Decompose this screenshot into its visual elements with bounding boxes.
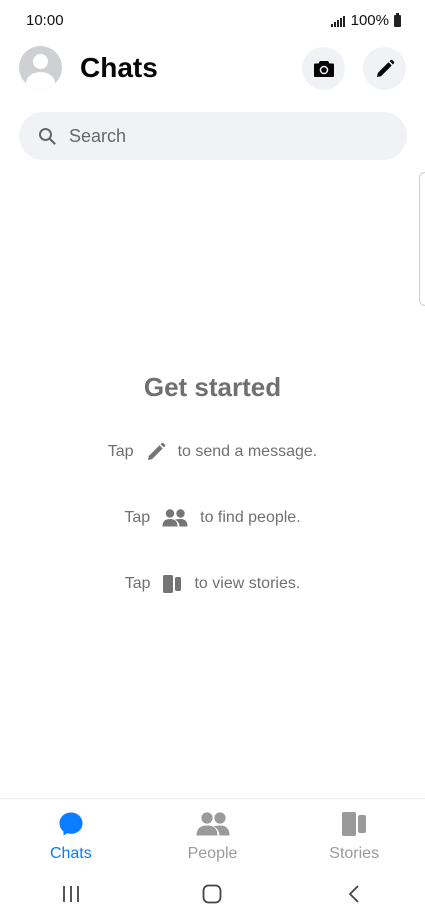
search-bar[interactable] [19, 112, 407, 160]
avatar[interactable] [19, 46, 62, 89]
hint-prefix: Tap [107, 443, 134, 460]
people-icon [162, 509, 188, 527]
hint-suffix: to find people. [200, 509, 301, 526]
tab-stories[interactable]: Stories [283, 799, 425, 866]
tab-people[interactable]: People [142, 799, 284, 866]
pencil-icon [147, 442, 165, 460]
compose-button[interactable] [363, 47, 406, 90]
home-button[interactable] [182, 874, 242, 914]
battery-percentage: 100% [350, 12, 389, 29]
people-icon [196, 811, 230, 837]
status-time: 10:00 [26, 12, 64, 29]
camera-button[interactable] [302, 47, 345, 90]
signal-icon [330, 15, 345, 27]
battery-icon [394, 12, 401, 27]
stories-icon [163, 575, 182, 593]
scrollbar-handle[interactable] [419, 172, 425, 306]
hint-suffix: to view stories. [194, 575, 301, 592]
hint-suffix: to send a message. [177, 443, 318, 460]
tab-label: People [187, 845, 238, 862]
camera-icon [313, 60, 334, 77]
system-nav-bar [0, 866, 425, 922]
hint-prefix: Tap [124, 575, 151, 592]
search-icon [37, 126, 57, 146]
empty-state-title: Get started [143, 372, 282, 402]
tab-label: Stories [329, 845, 380, 862]
header: Chats [0, 44, 425, 92]
bottom-nav: Chats People Stories [0, 798, 425, 866]
tab-chats[interactable]: Chats [0, 799, 142, 866]
status-indicators: 100% [330, 12, 401, 29]
stories-icon [341, 811, 367, 837]
hint-send-message: Tap to send a message. [0, 442, 425, 462]
back-button[interactable] [324, 874, 384, 914]
hint-prefix: Tap [124, 509, 151, 526]
pencil-icon [376, 59, 394, 77]
hint-find-people: Tap to find people. [0, 508, 425, 528]
hint-view-stories: Tap to view stories. [0, 574, 425, 594]
recent-apps-button[interactable] [41, 874, 101, 914]
back-icon [349, 885, 359, 903]
tab-label: Chats [49, 845, 92, 862]
status-bar: 10:00 100% [0, 0, 425, 40]
recent-apps-icon [62, 886, 79, 902]
page-title: Chats [80, 52, 158, 83]
home-icon [203, 884, 222, 904]
search-input[interactable] [69, 125, 369, 147]
chat-bubble-icon [58, 811, 84, 837]
